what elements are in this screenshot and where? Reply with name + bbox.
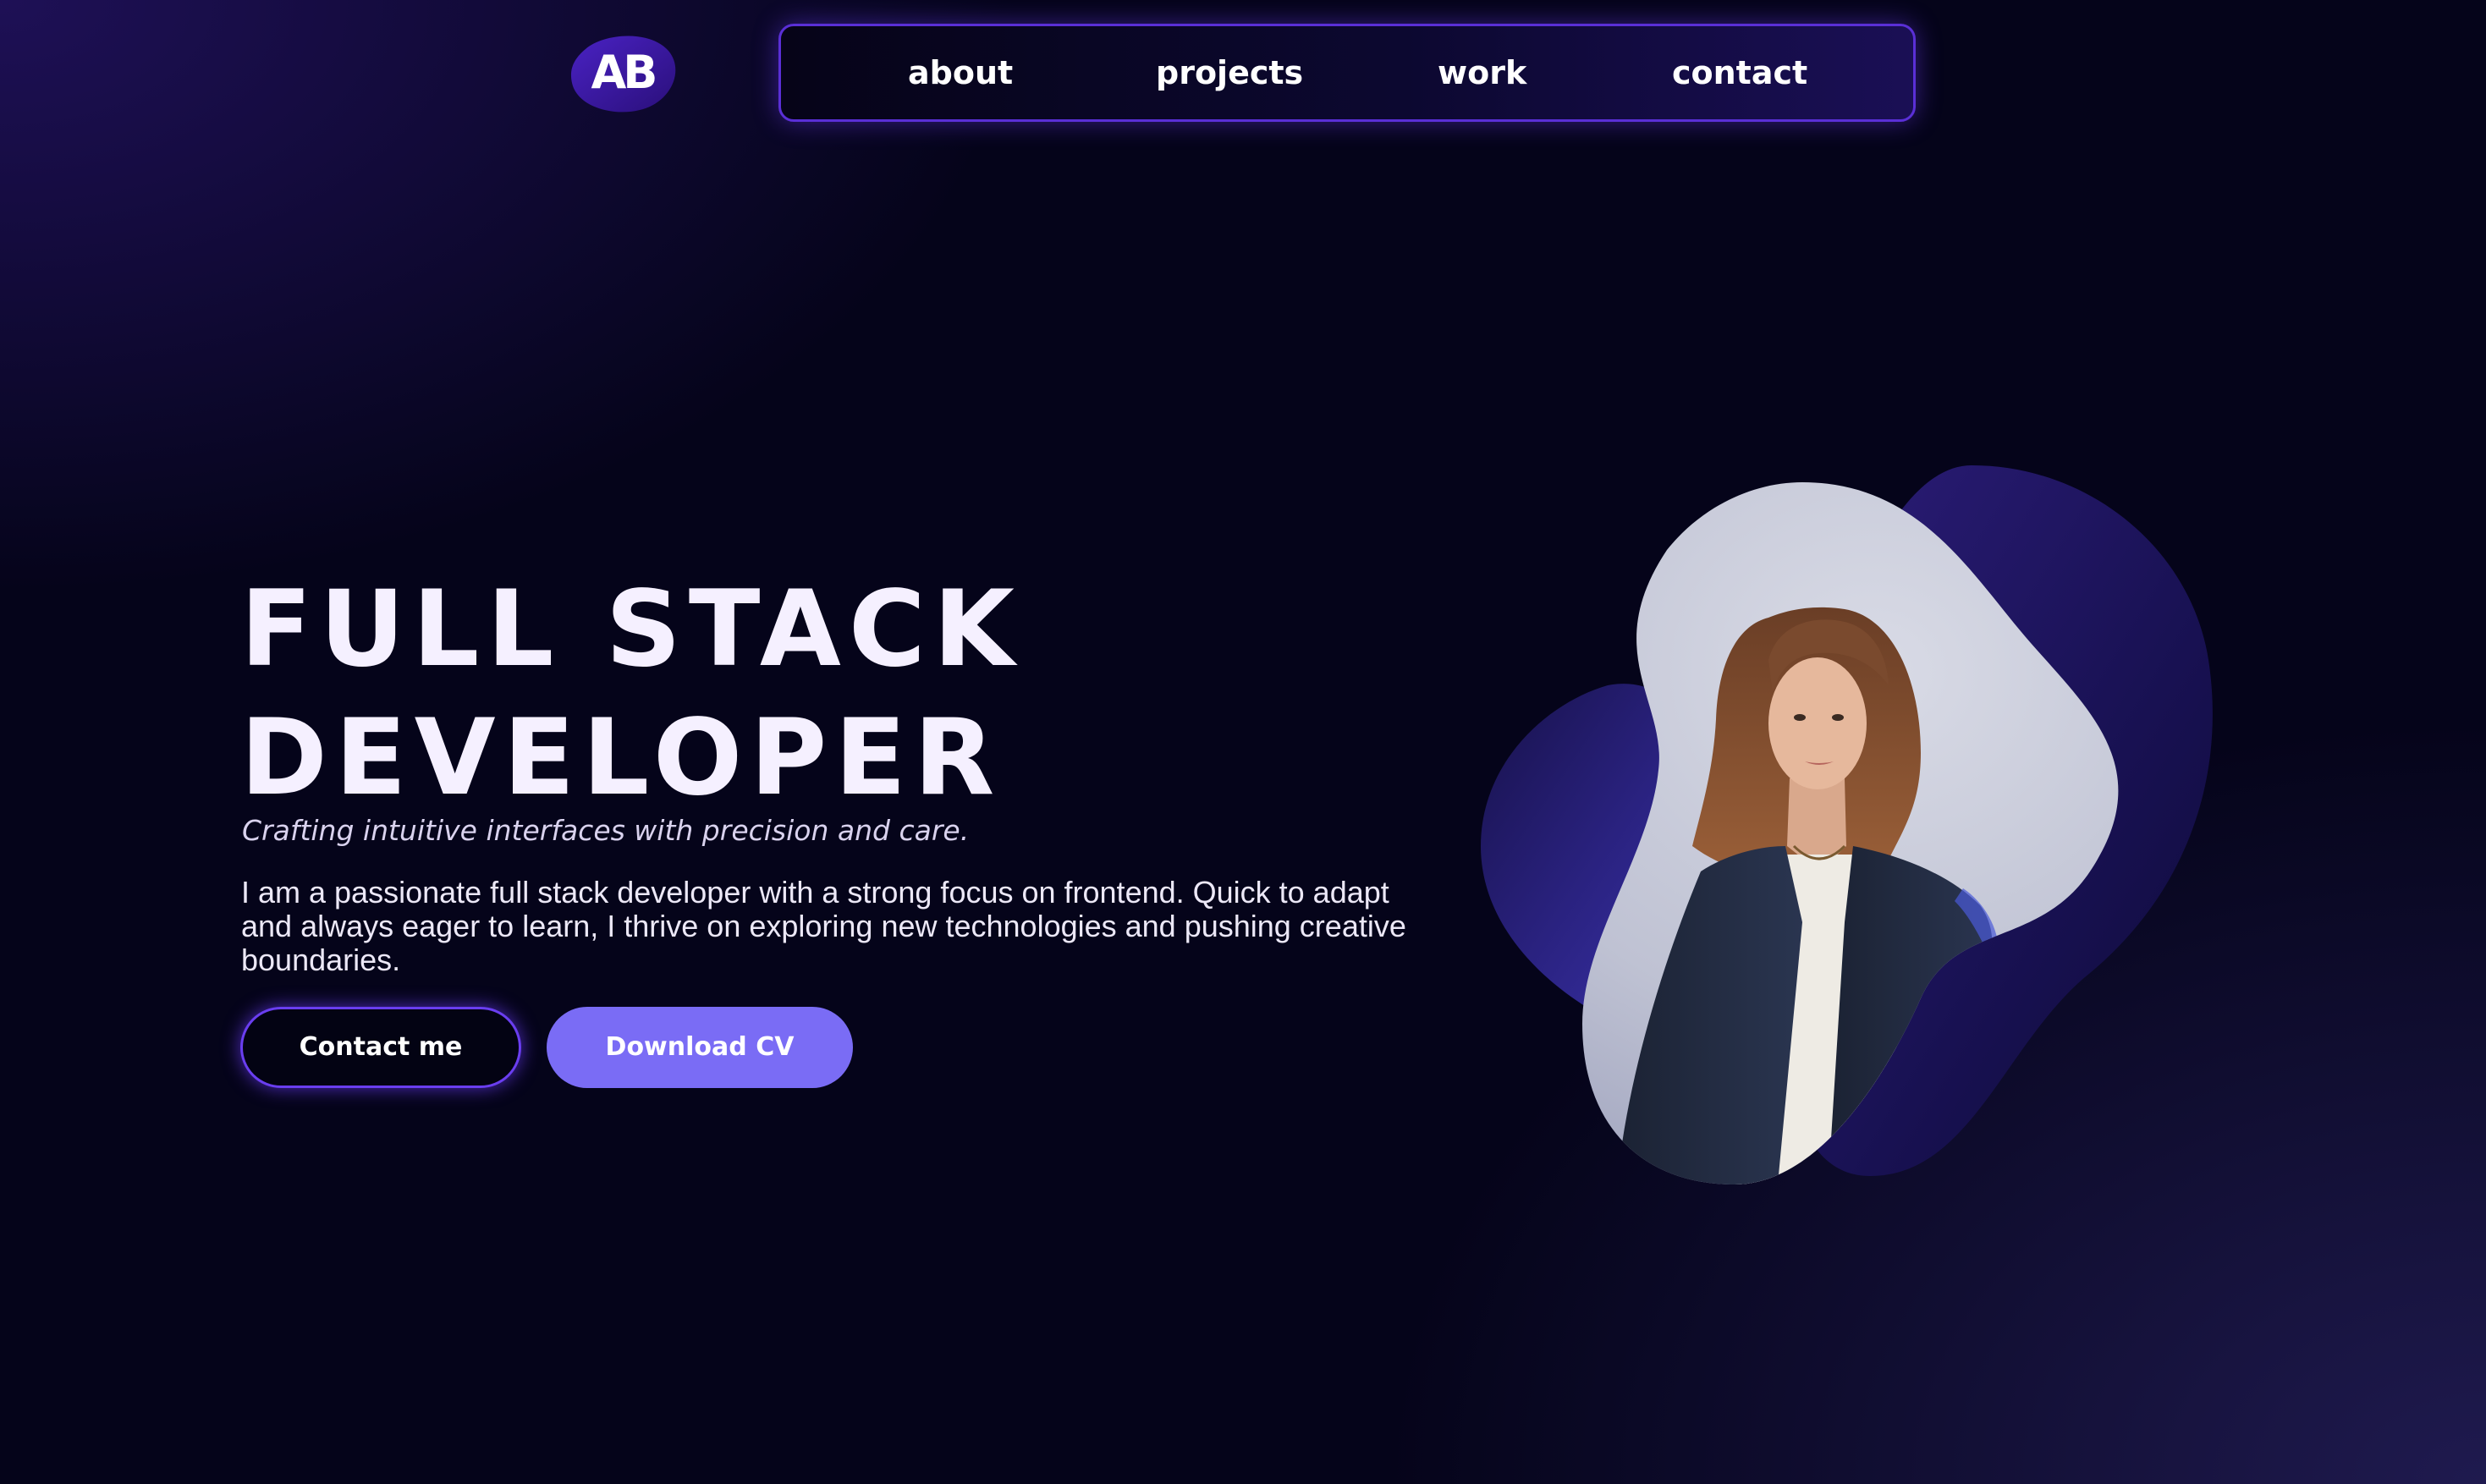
logo-text: AB	[591, 46, 656, 99]
hero-tagline: Crafting intuitive interfaces with preci…	[242, 814, 970, 847]
nav-item-work[interactable]: work	[1438, 26, 1526, 119]
nav-item-contact[interactable]: contact	[1672, 26, 1807, 119]
profile-photo-icon	[1481, 465, 2213, 1184]
hero-bio: I am a passionate full stack developer w…	[241, 875, 1406, 977]
main-nav: about projects work contact	[778, 24, 1916, 122]
hero-title-line-2: DEVELOPER	[240, 697, 1003, 819]
ab-logo[interactable]: AB	[569, 32, 679, 115]
contact-me-button[interactable]: Contact me	[240, 1007, 521, 1088]
nav-item-projects[interactable]: projects	[1156, 26, 1303, 119]
hero-title-line-1: FULL STACK	[240, 569, 1022, 690]
portrait	[1447, 448, 2302, 1193]
hero-title: FULL STACK DEVELOPER	[240, 565, 1022, 822]
download-cv-button[interactable]: Download CV	[547, 1007, 853, 1088]
ab-monogram-logo-icon: AB	[570, 36, 676, 113]
nav-item-about[interactable]: about	[908, 26, 1013, 119]
